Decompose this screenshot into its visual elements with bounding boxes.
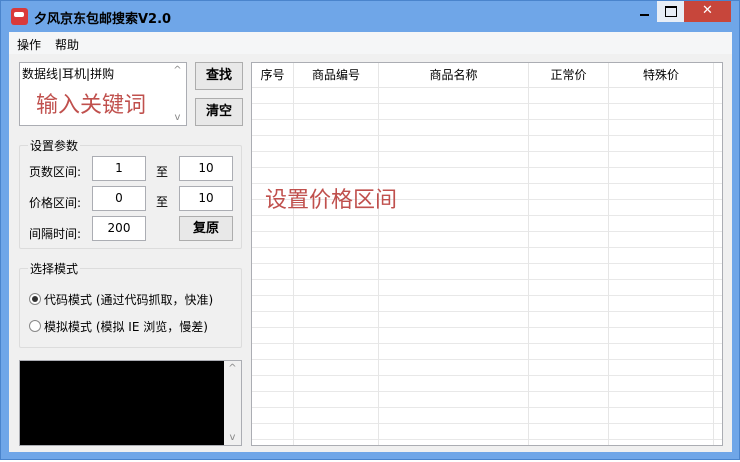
params-group-label: 设置参数: [28, 137, 81, 154]
close-button[interactable]: ✕: [684, 1, 731, 22]
code-mode-radio[interactable]: [29, 293, 41, 305]
code-mode-label[interactable]: 代码模式 (通过代码抓取，快准): [44, 291, 213, 308]
simulate-mode-radio[interactable]: [29, 320, 41, 332]
menu-help[interactable]: 帮助: [55, 36, 79, 53]
search-button[interactable]: 查找: [195, 62, 243, 90]
price-to-label: 至: [156, 195, 169, 209]
reset-button[interactable]: 复原: [179, 216, 233, 241]
interval-input[interactable]: 200: [92, 216, 146, 241]
app-window: 夕风京东包邮搜索V2.0 ✕ 操作 帮助 数据线|耳机|拼购 输入关键词 ^ v …: [0, 0, 740, 460]
header-filler: [714, 63, 722, 88]
header-normal-price[interactable]: 正常价: [529, 63, 609, 88]
price-from-input[interactable]: 0: [92, 186, 146, 211]
scroll-down-icon[interactable]: v: [169, 112, 186, 123]
scroll-down-icon[interactable]: v: [224, 432, 241, 443]
log-output[interactable]: ^ v: [19, 360, 242, 446]
keyword-hint: 输入关键词: [36, 93, 147, 118]
maximize-button[interactable]: [657, 1, 684, 22]
price-range-annotation: 设置价格区间: [265, 188, 398, 213]
keyword-value: 数据线|耳机|拼购: [22, 67, 115, 81]
minimize-button[interactable]: [631, 1, 657, 22]
col-divider: [529, 63, 609, 445]
price-to-input[interactable]: 10: [179, 186, 233, 211]
scroll-up-icon[interactable]: ^: [224, 363, 241, 374]
simulate-mode-label[interactable]: 模拟模式 (模拟 IE 浏览，慢差): [44, 318, 208, 335]
mode-group: 选择模式 代码模式 (通过代码抓取，快准) 模拟模式 (模拟 IE 浏览，慢差): [19, 260, 242, 348]
log-scrollbar[interactable]: ^ v: [224, 361, 241, 445]
header-product-id[interactable]: 商品编号: [294, 63, 379, 88]
menu-operate[interactable]: 操作: [17, 36, 41, 53]
header-index[interactable]: 序号: [252, 63, 294, 88]
header-special-price[interactable]: 特殊价: [609, 63, 714, 88]
col-divider: [294, 63, 379, 445]
keyword-scrollbar[interactable]: ^ v: [169, 63, 186, 125]
price-range-label: 价格区间:: [29, 196, 82, 210]
window-title: 夕风京东包邮搜索V2.0: [34, 12, 172, 27]
page-from-input[interactable]: 1: [92, 156, 146, 181]
mode-group-label: 选择模式: [28, 260, 81, 277]
client-area: 操作 帮助 数据线|耳机|拼购 输入关键词 ^ v 查找 清空 设置参数 页数区间…: [9, 32, 732, 452]
page-to-label: 至: [156, 165, 169, 179]
col-divider: [379, 63, 529, 445]
keyword-input[interactable]: 数据线|耳机|拼购 输入关键词 ^ v: [19, 62, 187, 126]
col-divider: [609, 63, 714, 445]
results-table[interactable]: 序号 商品编号 商品名称 正常价 特殊价: [251, 62, 723, 446]
scroll-up-icon[interactable]: ^: [169, 65, 186, 76]
params-group: 设置参数 页数区间: 1 至 10 价格区间: 0 至 10 间隔时间: 200…: [19, 137, 242, 249]
page-range-label: 页数区间:: [29, 165, 82, 179]
interval-label: 间隔时间:: [29, 227, 82, 241]
title-bar: 夕风京东包邮搜索V2.0 ✕: [1, 1, 739, 31]
page-to-input[interactable]: 10: [179, 156, 233, 181]
header-product-name[interactable]: 商品名称: [379, 63, 529, 88]
clear-button[interactable]: 清空: [195, 98, 243, 126]
app-icon: [11, 8, 28, 25]
col-divider: [252, 63, 294, 445]
menu-bar: 操作 帮助: [9, 32, 732, 54]
